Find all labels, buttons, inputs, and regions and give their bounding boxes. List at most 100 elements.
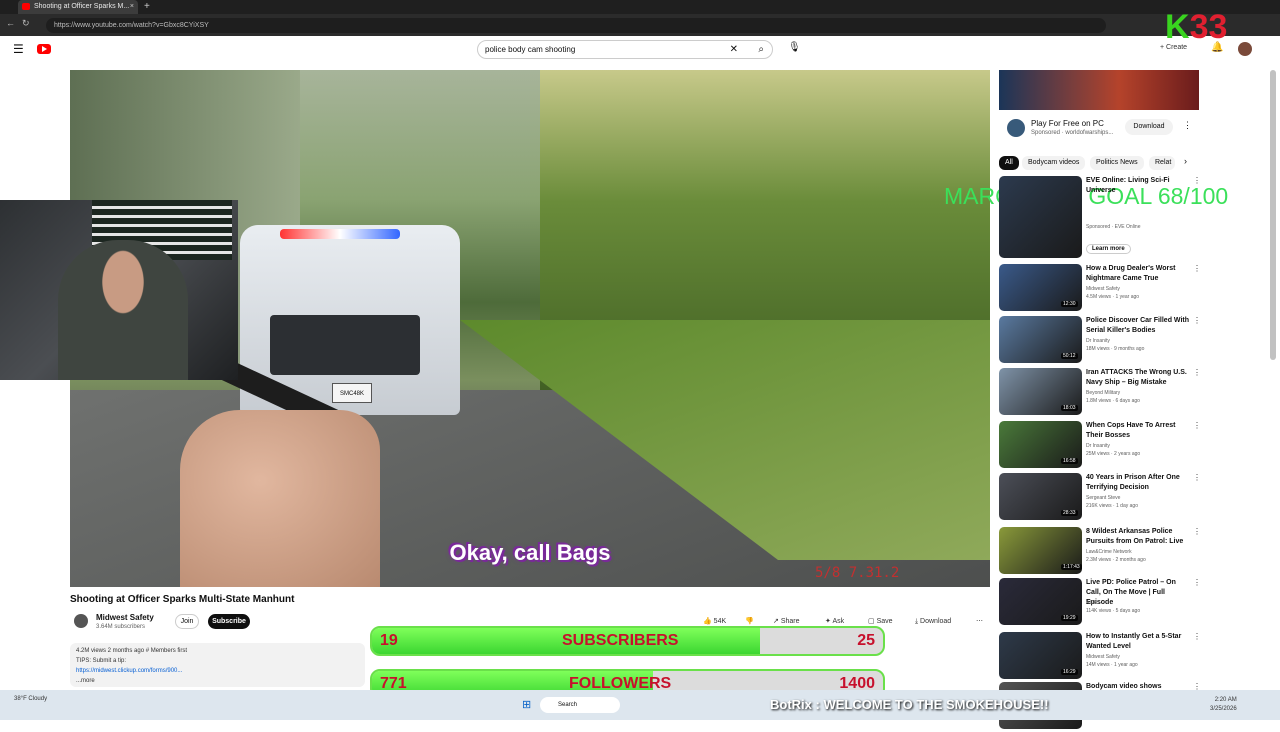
recommendation-channel[interactable]: Dr Insanity	[1086, 443, 1110, 449]
video-description[interactable]: 4.2M views 2 months ago # Members first …	[70, 643, 365, 687]
recommendation-channel[interactable]: Midwest Safety	[1086, 654, 1120, 660]
recommendation-title[interactable]: How to Instantly Get a 5-Star Wanted Lev…	[1086, 632, 1190, 652]
more-options-icon[interactable]: ⋮	[1193, 578, 1201, 587]
microphone-icon[interactable]: 🎙	[788, 42, 801, 53]
kick-counter-number: 33	[1189, 8, 1228, 46]
browser-tab[interactable]: Shooting at Officer Sparks M... ×	[18, 0, 138, 14]
description-meta: 4.2M views 2 months ago # Members first	[76, 648, 188, 654]
recommendation-item[interactable]: 19:29 Live PD: Police Patrol – On Call, O…	[999, 578, 1201, 628]
chat-message-banner: BotRix : WELCOME TO THE SMOKEHOUSE!!	[770, 697, 1049, 712]
video-duration: 1:17:43	[1061, 564, 1082, 570]
more-options-icon[interactable]: ⋮	[1193, 368, 1201, 377]
back-icon[interactable]: ←	[6, 18, 15, 28]
recommendation-title[interactable]: Police Discover Car Filled With Serial K…	[1086, 316, 1190, 336]
recommendation-item[interactable]: 16:29 How to Instantly Get a 5-Star Wante…	[999, 632, 1201, 682]
learn-more-button[interactable]: Learn more	[1086, 244, 1131, 254]
avatar[interactable]	[1238, 42, 1252, 56]
recommendation-channel[interactable]: Sponsored · EVE Online	[1086, 224, 1140, 230]
taskbar-search[interactable]: Search	[540, 697, 620, 713]
clear-search-icon[interactable]: ✕	[730, 41, 738, 58]
recommendation-item[interactable]: 12:30 How a Drug Dealer's Worst Nightmare…	[999, 264, 1201, 314]
more-options-icon[interactable]: ⋮	[1193, 632, 1201, 641]
subscribe-button[interactable]: Subscribe	[208, 614, 250, 629]
youtube-logo-icon[interactable]	[37, 44, 51, 54]
ad-banner[interactable]	[999, 70, 1199, 110]
recommendation-channel[interactable]: Dr Insanity	[1086, 338, 1110, 344]
recommendation-thumbnail[interactable]: 50:12	[999, 316, 1082, 363]
chip-bodycam[interactable]: Bodycam videos	[1022, 156, 1086, 170]
recommendation-title[interactable]: 40 Years in Prison After One Terrifying …	[1086, 473, 1190, 493]
windows-start-icon[interactable]: ⊞	[522, 698, 531, 711]
video-duration: 12:30	[1061, 301, 1078, 307]
recommendation-title[interactable]: EVE Online: Living Sci-Fi Universe	[1086, 176, 1190, 196]
more-actions-icon[interactable]: ⋯	[976, 614, 983, 629]
ad-download-button[interactable]: Download	[1125, 119, 1173, 135]
chips-next-icon[interactable]: ›	[1184, 156, 1187, 166]
like-count: 54K	[713, 618, 727, 625]
video-duration: 16:29	[1061, 669, 1078, 675]
recommendation-thumbnail[interactable]	[999, 176, 1082, 258]
more-options-icon[interactable]: ⋮	[1193, 421, 1201, 430]
close-tab-icon[interactable]: ×	[130, 0, 134, 14]
recommendation-channel[interactable]: Beyond Military	[1086, 390, 1120, 396]
recommendation-title[interactable]: Live PD: Police Patrol – On Call, On The…	[1086, 578, 1190, 608]
clock-time: 2:20 AM	[1214, 697, 1237, 703]
recommendation-item[interactable]: 1:17:43 8 Wildest Arkansas Police Pursuit…	[999, 527, 1201, 577]
recommendation-title[interactable]: How a Drug Dealer's Worst Nightmare Came…	[1086, 264, 1190, 284]
save-label: Save	[876, 618, 893, 625]
recommendation-meta: 25M views · 2 years ago	[1086, 451, 1141, 457]
hamburger-menu-icon[interactable]: ☰	[13, 42, 24, 56]
recommendation-item[interactable]: EVE Online: Living Sci-Fi Universe Sponso…	[999, 176, 1201, 261]
more-options-icon[interactable]: ⋮	[1193, 264, 1201, 273]
recommendation-thumbnail[interactable]: 18:03	[999, 368, 1082, 415]
more-options-icon[interactable]: ⋮	[1193, 176, 1201, 185]
weather-widget[interactable]: 38°F Cloudy	[14, 695, 47, 703]
tab-title: Shooting at Officer Sparks M...	[34, 3, 130, 10]
address-bar[interactable]: https://www.youtube.com/watch?v=Gbxc8CYi…	[46, 18, 1106, 33]
page-scrollbar[interactable]	[1270, 70, 1276, 360]
recommendation-channel[interactable]: Law&Crime Network	[1086, 549, 1132, 555]
system-clock[interactable]: 2:20 AM 3/25/2026	[1210, 696, 1237, 714]
recommendation-thumbnail[interactable]: 16:58	[999, 421, 1082, 468]
recommendation-title[interactable]: 8 Wildest Arkansas Police Pursuits from …	[1086, 527, 1190, 547]
ad-title[interactable]: Play For Free on PC	[1031, 119, 1104, 128]
chip-all[interactable]: All	[999, 156, 1019, 170]
search-input[interactable]: police body cam shooting ✕ ⌕	[477, 40, 773, 59]
channel-name[interactable]: Midwest Safety	[96, 613, 154, 622]
subscribers-current: 19	[380, 632, 398, 649]
description-more[interactable]: ...more	[76, 676, 359, 686]
ad-sponsor: Sponsored · worldofwarships...	[1031, 130, 1114, 136]
subscribers-label: SUBSCRIBERS	[562, 632, 679, 649]
search-icon[interactable]: ⌕	[758, 41, 764, 58]
description-link[interactable]: https://midwest.clickup.com/forms/900...	[76, 666, 359, 676]
reload-icon[interactable]: ↻	[22, 18, 30, 29]
description-line: TIPS: Submit a tip:	[76, 658, 127, 664]
new-tab-icon[interactable]: +	[144, 0, 150, 14]
recommendation-channel[interactable]: A&E	[1086, 600, 1096, 606]
channel-avatar[interactable]	[74, 614, 88, 628]
chip-related[interactable]: Relat	[1149, 156, 1175, 170]
recommendation-item[interactable]: 18:03 Iran ATTACKS The Wrong U.S. Navy Sh…	[999, 368, 1201, 418]
recommendation-thumbnail[interactable]: 12:30	[999, 264, 1082, 311]
recommendation-channel[interactable]: Sergeant Steve	[1086, 495, 1120, 501]
ask-label: Ask	[832, 618, 845, 625]
recommendation-item[interactable]: 28:33 40 Years in Prison After One Terrif…	[999, 473, 1201, 523]
recommendation-item[interactable]: 16:58 When Cops Have To Arrest Their Boss…	[999, 421, 1201, 471]
recommendation-title[interactable]: When Cops Have To Arrest Their Bosses	[1086, 421, 1190, 441]
clock-date: 3/25/2026	[1210, 706, 1237, 712]
join-button[interactable]: Join	[175, 614, 199, 629]
chip-politics[interactable]: Politics News	[1090, 156, 1144, 170]
recommendation-thumbnail[interactable]: 19:29	[999, 578, 1082, 625]
recommendation-meta: 1.8M views · 6 days ago	[1086, 398, 1140, 404]
recommendation-title[interactable]: Iran ATTACKS The Wrong U.S. Navy Ship – …	[1086, 368, 1190, 388]
more-options-icon[interactable]: ⋮	[1193, 473, 1201, 482]
recommendation-thumbnail[interactable]: 28:33	[999, 473, 1082, 520]
recommendation-item[interactable]: 50:12 Police Discover Car Filled With Ser…	[999, 316, 1201, 366]
recommendation-channel[interactable]: Midwest Safety	[1086, 286, 1120, 292]
recommendation-thumbnail[interactable]: 16:29	[999, 632, 1082, 679]
download-button[interactable]: ⤓ Download	[915, 614, 951, 629]
more-options-icon[interactable]: ⋮	[1193, 316, 1201, 325]
more-options-icon[interactable]: ⋮	[1193, 527, 1201, 536]
recommendation-thumbnail[interactable]: 1:17:43	[999, 527, 1082, 574]
ad-more-icon[interactable]: ⋮	[1183, 120, 1192, 131]
